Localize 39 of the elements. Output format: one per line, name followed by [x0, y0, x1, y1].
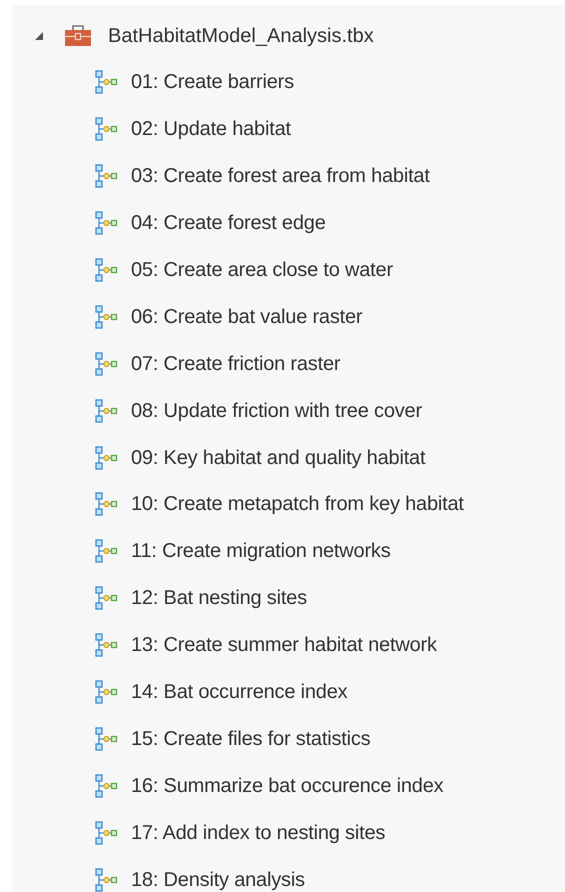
model-item[interactable]: 05: Create area close to water [12, 246, 565, 294]
model-item[interactable]: 16: Summarize bat occurence index [12, 762, 565, 810]
model-item[interactable]: 17: Add index to nesting sites [12, 809, 565, 856]
model-icon [95, 398, 119, 423]
model-item[interactable]: 13: Create summer habitat network [12, 622, 565, 669]
model-icon [95, 633, 119, 658]
model-icon [95, 774, 119, 798]
model-item[interactable]: 02: Update habitat [12, 106, 565, 153]
model-icon [95, 820, 119, 845]
model-icon [95, 304, 119, 329]
model-icon [95, 211, 119, 236]
model-icon [95, 164, 119, 188]
model-item[interactable]: 06: Create bat value raster [12, 293, 565, 340]
model-item[interactable]: 08: Update friction with tree cover [12, 387, 565, 434]
model-item[interactable]: 10: Create metapatch from key habitat [12, 481, 565, 528]
model-item[interactable]: 07: Create friction raster [12, 340, 565, 388]
model-item[interactable]: 09: Key habitat and quality habitat [12, 434, 565, 482]
model-icon [95, 680, 119, 704]
collapse-arrow-icon [34, 31, 44, 41]
model-item[interactable]: 11: Create migration networks [12, 528, 565, 575]
model-item[interactable]: 12: Bat nesting sites [12, 574, 565, 622]
model-item[interactable]: 04: Create forest edge [12, 200, 565, 247]
model-item[interactable]: 14: Bat occurrence index [12, 668, 565, 716]
model-icon [95, 586, 119, 610]
toolbox-icon [64, 24, 92, 48]
model-icon [95, 258, 119, 282]
model-icon [95, 446, 119, 470]
toolbox-item[interactable]: BatHabitatModel_Analysis.tbx [64, 21, 374, 51]
model-item[interactable]: 18: Density analysis [12, 856, 565, 892]
model-icon [95, 726, 119, 751]
model-icon [95, 492, 119, 516]
model-item[interactable]: 15: Create files for statistics [12, 715, 565, 762]
model-item[interactable]: 03: Create forest area from habitat [12, 152, 565, 200]
model-item[interactable]: 01: Create barriers [12, 59, 565, 106]
model-icon [95, 70, 119, 94]
model-icon [95, 117, 119, 142]
model-icon [95, 868, 119, 892]
model-icon [95, 352, 119, 376]
model-icon [95, 539, 119, 564]
